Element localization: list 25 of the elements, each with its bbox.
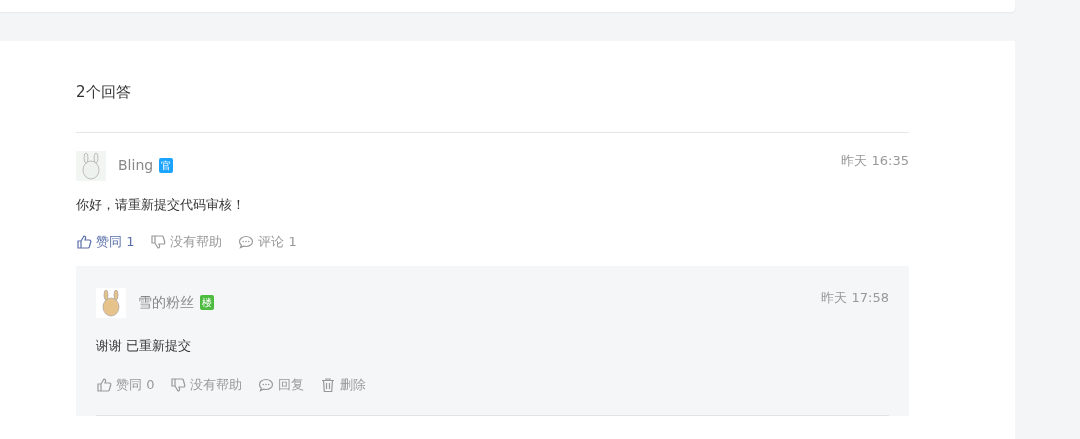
delete-button[interactable]: 删除	[320, 375, 367, 395]
speech-bubble-icon	[238, 233, 255, 250]
timestamp: 昨天 16:35	[841, 151, 909, 170]
answer-text: 谢谢 已重新提交	[96, 336, 193, 355]
author-badge: 官	[159, 158, 174, 173]
author-badge: 楼	[200, 295, 214, 310]
avatar-icon	[76, 150, 106, 181]
avatar-icon	[96, 287, 126, 318]
answer-text: 你好，请重新提交代码审核！	[76, 195, 246, 214]
author-name: 雪的粉丝	[138, 293, 194, 312]
thumbs-up-icon	[76, 233, 92, 250]
dislike-button[interactable]: 没有帮助	[150, 232, 223, 252]
thumbs-down-icon	[150, 233, 167, 250]
speech-bubble-icon	[258, 376, 275, 393]
comment-button[interactable]: 回复	[258, 375, 305, 395]
like-button[interactable]: 赞同 1	[76, 232, 135, 252]
timestamp: 昨天 17:58	[821, 288, 889, 307]
like-button[interactable]: 赞同 0	[96, 375, 155, 395]
answers-heading: 2个回答	[76, 81, 909, 133]
trash-icon	[320, 376, 337, 393]
author-name: Bling	[118, 156, 154, 175]
thumbs-up-icon	[96, 376, 112, 393]
comment-button[interactable]: 评论 1	[238, 232, 297, 252]
thumbs-down-icon	[170, 376, 187, 393]
dislike-button[interactable]: 没有帮助	[170, 375, 243, 395]
